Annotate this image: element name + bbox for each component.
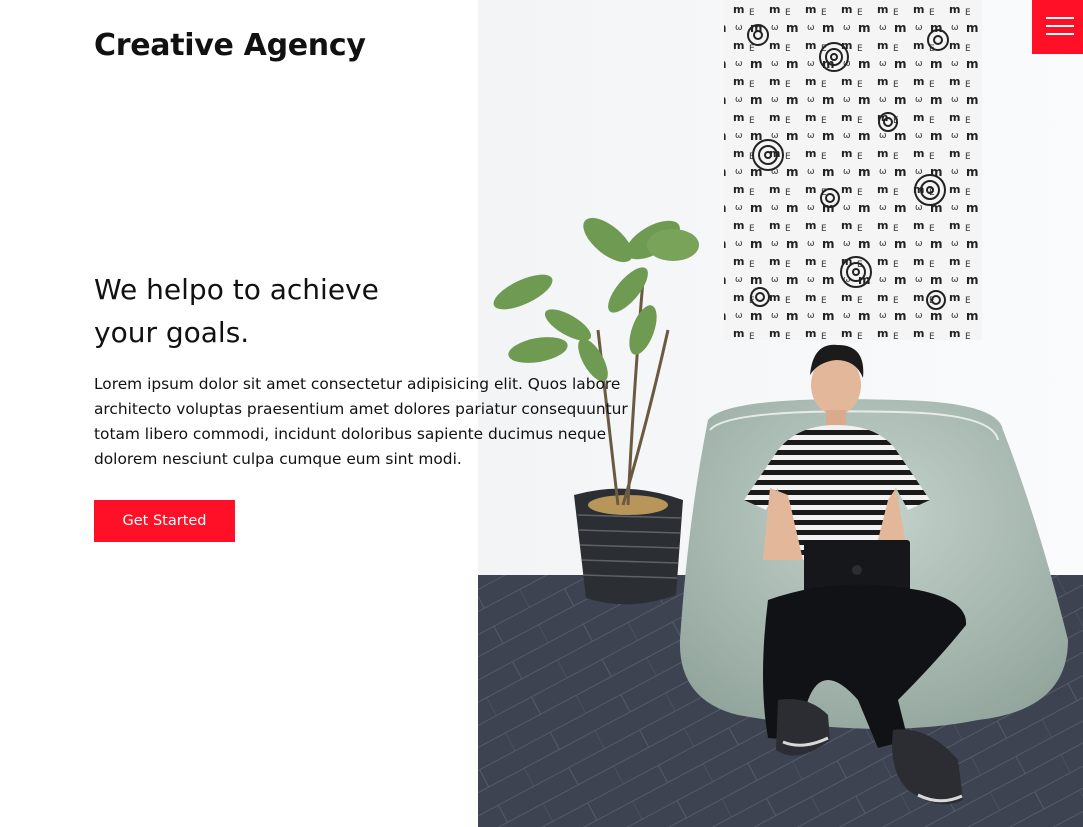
menu-bar-top [1046,17,1074,19]
hero-headline: We helpo to achieve your goals. [94,268,424,354]
menu-bar-bottom [1046,33,1074,35]
hamburger-menu-icon[interactable] [1032,0,1083,54]
menu-bar-middle [1046,25,1074,27]
hero-headline-line2: your goals. [94,316,250,349]
landing-page: m E ω m [0,0,1083,827]
hero-headline-line1: We helpo to achieve [94,273,379,306]
brand-logo-text[interactable]: Creative Agency [94,28,366,63]
hero-description: Lorem ipsum dolor sit amet consectetur a… [94,375,628,468]
get-started-button[interactable]: Get Started [94,500,235,542]
